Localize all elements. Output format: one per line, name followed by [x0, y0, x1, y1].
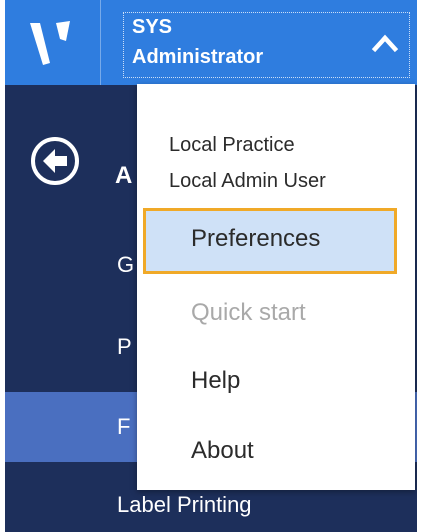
vet-logo-icon: [29, 20, 70, 65]
nav-item-label: P: [117, 334, 132, 359]
app-window: SYS Administrator A ef G P F Label Print…: [5, 0, 417, 532]
menu-item-label: Quick start: [191, 299, 306, 326]
user-name-line1: SYS: [132, 16, 173, 38]
menu-item-label: About: [191, 437, 254, 464]
user-dropdown-menu: Local Practice Local Admin User Preferen…: [137, 84, 415, 490]
menu-item-about[interactable]: About: [143, 420, 397, 486]
topbar-divider: [100, 0, 101, 85]
practice-name: Local Practice: [169, 134, 295, 156]
menu-item-label: Help: [191, 367, 241, 394]
user-name-line2: Administrator: [132, 46, 264, 68]
user-full-name: Local Admin User: [169, 170, 326, 192]
menu-item-preferences[interactable]: Preferences: [143, 208, 397, 274]
page-title-fragment-left: A: [115, 162, 133, 189]
nav-item-label: Label Printing: [117, 492, 252, 517]
chevron-up-icon: [371, 34, 399, 53]
menu-item-label: Preferences: [191, 225, 321, 252]
nav-item-label: F: [117, 414, 131, 439]
menu-item-quick-start: Quick start: [143, 282, 397, 348]
logo-button[interactable]: [5, 0, 100, 85]
user-menu-button[interactable]: SYS Administrator: [123, 12, 410, 78]
menu-item-help[interactable]: Help: [143, 350, 397, 416]
nav-item-label: G: [117, 252, 135, 277]
back-arrow-icon[interactable]: [29, 135, 81, 187]
top-bar: SYS Administrator: [5, 0, 417, 85]
